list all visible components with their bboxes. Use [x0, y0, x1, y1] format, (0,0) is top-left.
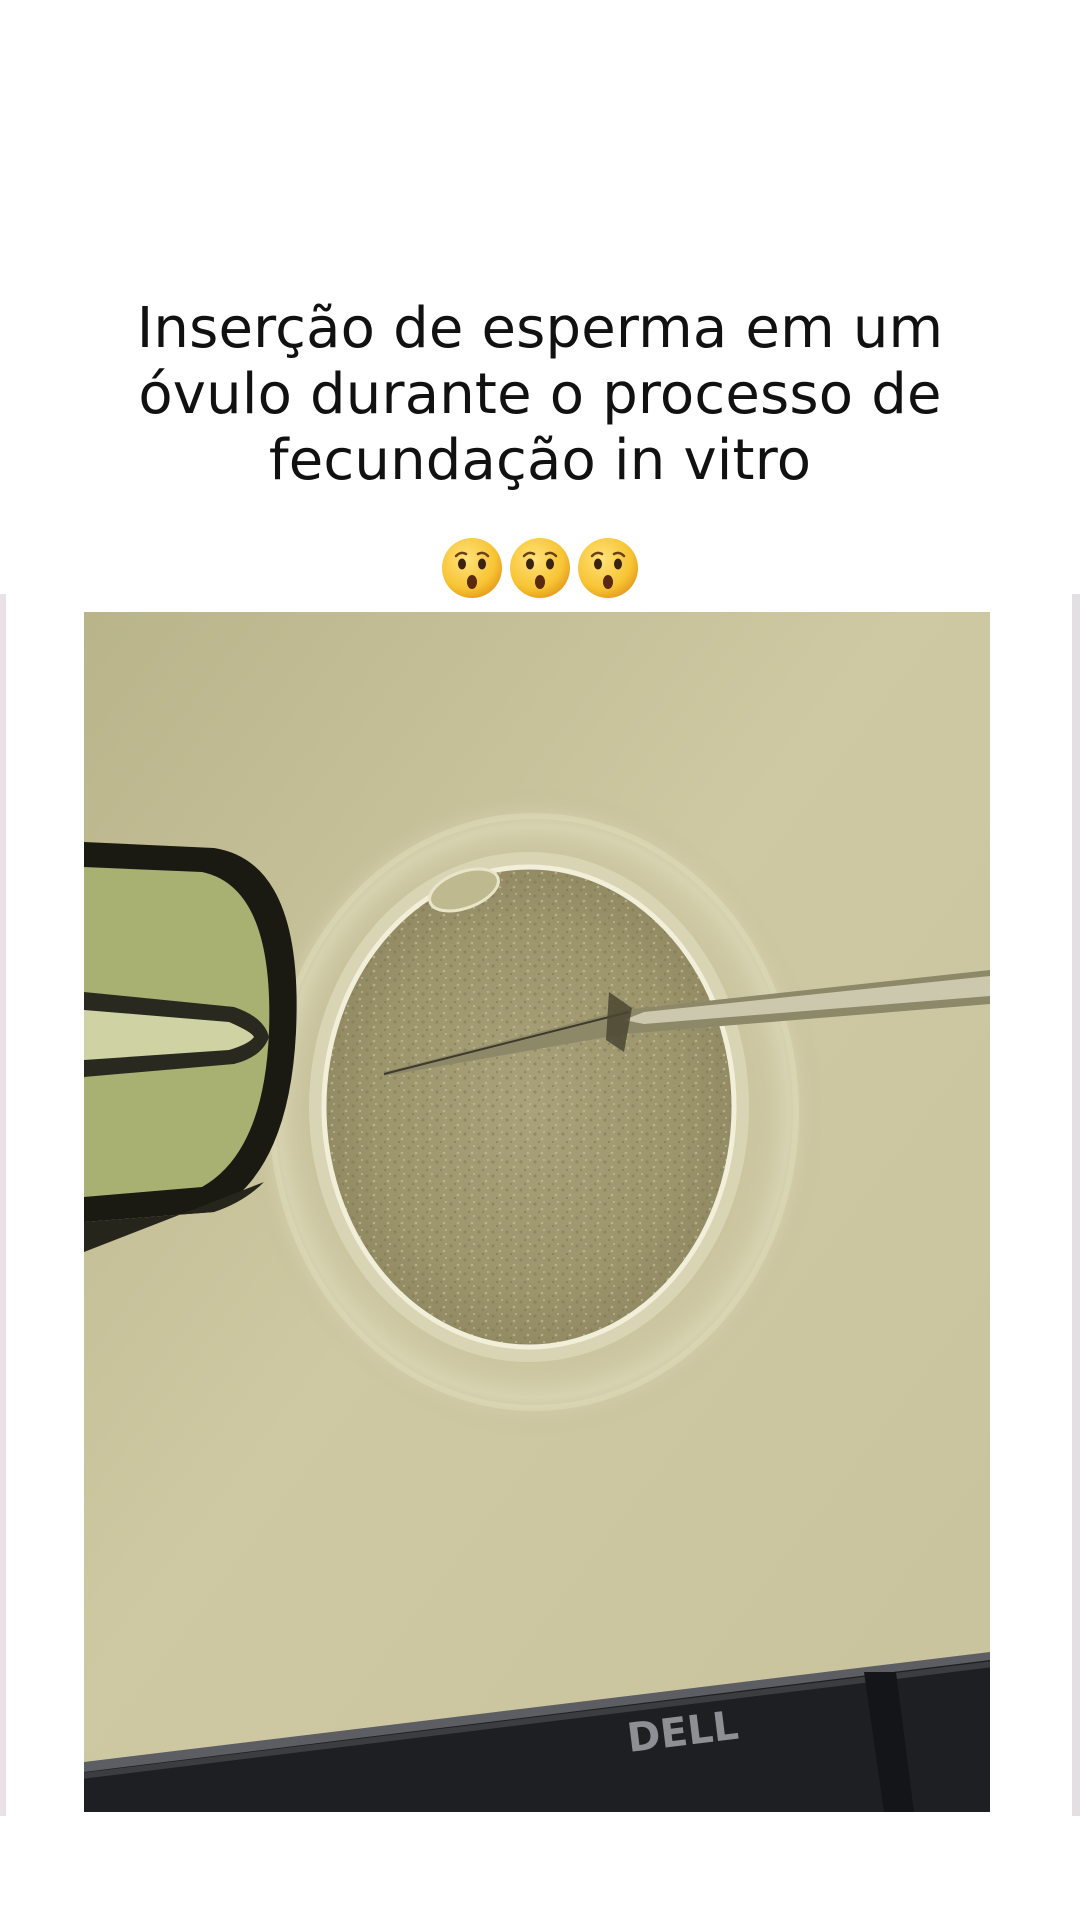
- microscope-video-frame: DELL: [84, 612, 990, 1812]
- caption-line-3: fecundação in vitro: [268, 428, 812, 493]
- hushed-face-icon: [442, 538, 502, 598]
- hushed-face-icon: [510, 538, 570, 598]
- post-caption: Inserção de esperma em um óvulo durante …: [60, 296, 1020, 494]
- post-page: Inserção de esperma em um óvulo durante …: [0, 0, 1080, 1920]
- video-player[interactable]: DELL: [84, 612, 990, 1812]
- next-post-edge[interactable]: [1072, 594, 1080, 1816]
- caption-line-1: Inserção de esperma em um: [136, 296, 944, 361]
- hushed-face-icon: [578, 538, 638, 598]
- emoji-row: [0, 536, 1080, 600]
- caption-line-2: óvulo durante o processo de: [138, 362, 942, 427]
- previous-post-edge[interactable]: [0, 594, 6, 1816]
